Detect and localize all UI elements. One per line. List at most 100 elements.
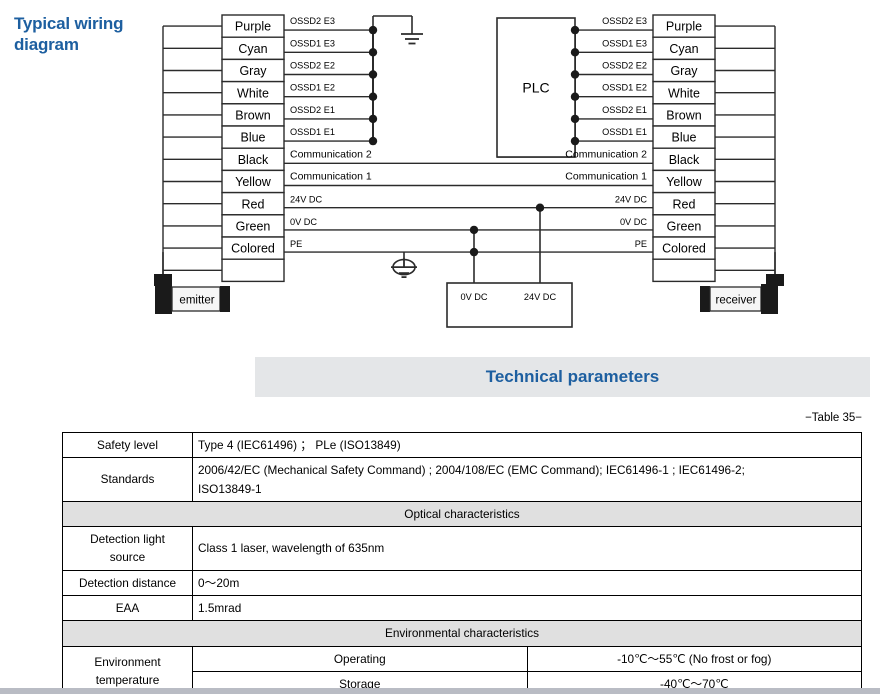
table-row: Environmental characteristics bbox=[62, 620, 862, 647]
typical-wiring-diagram: Purple Cyan Gray White Brown Blue Black Yellow R… bbox=[154, 14, 784, 328]
left-terminal-label-yellow: Yellow bbox=[235, 175, 272, 189]
ossd-left-junction-4 bbox=[368, 114, 378, 124]
plc-label: PLC bbox=[522, 80, 549, 96]
comm-label-left-6: Communication 2 bbox=[290, 148, 372, 160]
right-terminal-label-red: Red bbox=[673, 197, 696, 211]
left-terminal-cell-11 bbox=[221, 258, 285, 283]
ossd-right-junction-3 bbox=[570, 92, 580, 101]
ossd-left-junction-2 bbox=[368, 70, 378, 79]
ossd-left-junction-0 bbox=[368, 25, 378, 35]
table-row-label: Detection distance bbox=[62, 569, 193, 596]
table-row: Standards 2006/42/EC (Mechanical Safety C… bbox=[62, 457, 862, 502]
ossd-left-junction-1 bbox=[368, 48, 378, 57]
table-row-value: 1.5mrad bbox=[192, 594, 862, 622]
right-terminal-label-cyan: Cyan bbox=[669, 42, 698, 56]
table-caption: −Table 35− bbox=[805, 412, 862, 424]
emitter-end-cap-right bbox=[220, 286, 230, 312]
table-row: EAA 1.5mrad bbox=[62, 594, 862, 622]
table-section-header: Optical characteristics bbox=[62, 500, 862, 528]
right-terminal-label-black: Black bbox=[669, 153, 700, 167]
signal-label-left-1: OSSD1 E3 bbox=[290, 38, 335, 48]
signal-label-right-5: OSSD1 E1 bbox=[602, 127, 647, 137]
right-terminal-label-colored: Colored bbox=[662, 242, 706, 256]
table-row: Safety level Type 4 (IEC61496) ； PLe (ISO… bbox=[62, 431, 862, 459]
power-label-left-9: 0V DC bbox=[290, 217, 317, 227]
comm-label-right-6: Communication 2 bbox=[565, 148, 647, 160]
table-row-value: Type 4 (IEC61496) ； PLe (ISO13849) bbox=[192, 431, 862, 459]
table-row: Detection light source Class 1 laser, wave… bbox=[62, 526, 862, 571]
left-terminal-label-purple: Purple bbox=[235, 20, 271, 34]
pe-0v-junction bbox=[469, 247, 479, 257]
table-row: Optical characteristics bbox=[62, 500, 862, 528]
signal-label-left-0: OSSD2 E3 bbox=[290, 16, 335, 26]
right-terminal-label-yellow: Yellow bbox=[666, 175, 703, 189]
power-label-right-9: 0V DC bbox=[620, 217, 647, 227]
ossd-right-junction-1 bbox=[570, 48, 580, 57]
right-terminal-label-gray: Gray bbox=[670, 64, 698, 78]
left-terminal-label-blue: Blue bbox=[240, 131, 265, 145]
table-row-value: -10℃～55℃ (No frost or fog) bbox=[526, 645, 862, 672]
ossd-right-junction-2 bbox=[570, 70, 580, 79]
power-label-right-10: PE bbox=[635, 239, 647, 249]
technical-parameters-table-wrapper: Safety level Type 4 (IEC61496) ； PLe (ISO… bbox=[62, 431, 862, 694]
ossd-left-junction-5 bbox=[368, 136, 378, 146]
table-row-label: Standards bbox=[62, 457, 193, 502]
table-row-label: Environment temperature bbox=[62, 645, 193, 694]
comm-label-left-7: Communication 1 bbox=[290, 171, 372, 183]
receiver-end-cap-right bbox=[761, 284, 778, 314]
ossd-right-junction-5 bbox=[570, 136, 580, 146]
pe-ground-symbol bbox=[391, 257, 417, 279]
ossd-left-junction-3 bbox=[368, 92, 378, 101]
signal-label-right-0: OSSD2 E3 bbox=[602, 16, 647, 26]
power-label-left-8: 24V DC bbox=[290, 195, 323, 205]
signal-label-left-2: OSSD2 E2 bbox=[290, 61, 335, 71]
right-terminal-label-green: Green bbox=[667, 220, 702, 234]
right-terminal-label-brown: Brown bbox=[666, 109, 701, 123]
right-terminal-label-blue: Blue bbox=[671, 131, 696, 145]
power-label-right-8: 24V DC bbox=[615, 195, 648, 205]
signal-label-right-1: OSSD1 E3 bbox=[602, 38, 647, 48]
right-terminal-label-white: White bbox=[668, 86, 700, 100]
signal-label-left-5: OSSD1 E1 bbox=[290, 127, 335, 137]
left-terminal-label-brown: Brown bbox=[235, 109, 270, 123]
receiver-end-cap-left bbox=[700, 286, 710, 312]
table-row-label: EAA bbox=[62, 594, 193, 622]
table-section-header: Environmental characteristics bbox=[62, 620, 862, 647]
page-bottom-strip bbox=[0, 688, 880, 694]
signal-label-right-3: OSSD1 E2 bbox=[602, 83, 647, 93]
right-terminal-cell-11 bbox=[652, 258, 716, 283]
left-terminal-label-green: Green bbox=[236, 220, 271, 234]
table-row-value: 0～20m bbox=[192, 569, 862, 596]
comm-label-right-7: Communication 1 bbox=[565, 171, 647, 183]
twentyfour-volt-junction bbox=[535, 203, 545, 212]
signal-label-right-4: OSSD2 E1 bbox=[602, 105, 647, 115]
left-terminal-label-white: White bbox=[237, 86, 269, 100]
table-row-label: Safety level bbox=[62, 431, 193, 459]
power-label-left-10: PE bbox=[290, 239, 302, 249]
right-terminal-label-purple: Purple bbox=[666, 20, 702, 34]
ground-symbol-top bbox=[401, 33, 423, 45]
signal-label-right-2: OSSD2 E2 bbox=[602, 61, 647, 71]
left-terminal-label-black: Black bbox=[238, 153, 269, 167]
power-supply-box bbox=[446, 282, 573, 328]
table-row-value: 2006/42/EC (Mechanical Safety Command) ;… bbox=[192, 457, 862, 502]
receiver-label: receiver bbox=[716, 295, 757, 307]
table-row: Detection distance 0～20m bbox=[62, 569, 862, 596]
ossd-right-junction-0 bbox=[570, 25, 580, 35]
technical-parameters-table: Safety level Type 4 (IEC61496) ； PLe (ISO… bbox=[62, 431, 862, 694]
technical-parameters-title: Technical parameters bbox=[485, 367, 660, 386]
technical-parameters-banner: Technical parameters bbox=[255, 357, 870, 397]
table-row-label: Detection light source bbox=[62, 526, 193, 571]
left-terminal-label-gray: Gray bbox=[239, 64, 267, 78]
zero-volt-junction bbox=[469, 225, 479, 235]
power-supply-0v-label: 0V DC bbox=[460, 292, 487, 302]
emitter-label: emitter bbox=[179, 295, 214, 307]
signal-label-left-3: OSSD1 E2 bbox=[290, 83, 335, 93]
table-row-sublabel: Operating bbox=[192, 645, 528, 672]
left-terminal-label-colored: Colored bbox=[231, 242, 275, 256]
table-row-value: Class 1 laser, wavelength of 635nm bbox=[192, 526, 862, 571]
signal-label-left-4: OSSD2 E1 bbox=[290, 105, 335, 115]
power-supply-24v-label: 24V DC bbox=[524, 292, 557, 302]
emitter-end-cap-left bbox=[155, 284, 172, 314]
left-terminal-label-cyan: Cyan bbox=[238, 42, 267, 56]
